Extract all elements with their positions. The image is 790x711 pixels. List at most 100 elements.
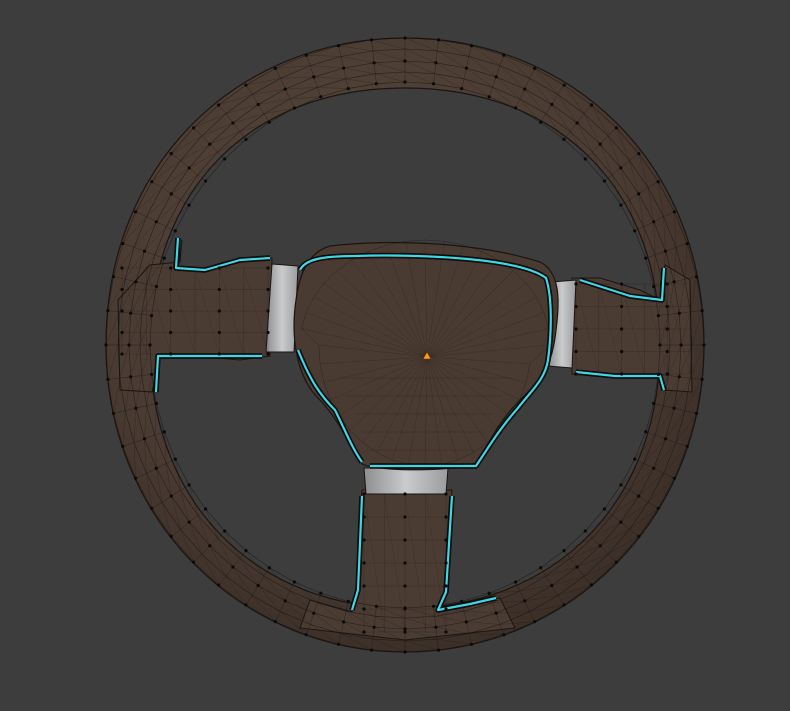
vertex[interactable]: [494, 611, 498, 615]
vertex[interactable]: [129, 311, 133, 315]
vertex[interactable]: [620, 304, 624, 309]
vertex[interactable]: [702, 343, 706, 347]
vertex[interactable]: [134, 476, 138, 480]
vertex[interactable]: [685, 242, 689, 246]
vertex[interactable]: [637, 494, 641, 498]
vertex[interactable]: [150, 314, 154, 318]
vertex[interactable]: [562, 83, 566, 87]
vertex[interactable]: [436, 38, 441, 42]
vertex[interactable]: [129, 375, 133, 379]
vertex[interactable]: [637, 534, 641, 539]
vertex[interactable]: [120, 309, 124, 313]
vertex[interactable]: [444, 561, 448, 565]
vertex[interactable]: [362, 607, 366, 611]
vertex[interactable]: [372, 61, 376, 65]
vertex[interactable]: [244, 137, 248, 141]
vertex[interactable]: [589, 103, 594, 107]
vertex[interactable]: [614, 560, 619, 564]
vertex[interactable]: [665, 349, 669, 354]
vertex[interactable]: [487, 591, 491, 595]
vertex[interactable]: [127, 343, 131, 347]
vertex[interactable]: [658, 343, 662, 347]
vertex[interactable]: [266, 287, 270, 292]
vertex[interactable]: [346, 599, 350, 604]
vertex[interactable]: [514, 106, 518, 110]
vertex[interactable]: [111, 275, 116, 279]
vertex[interactable]: [283, 87, 287, 91]
vertex[interactable]: [187, 203, 191, 207]
vertex[interactable]: [204, 179, 208, 183]
vertex[interactable]: [266, 309, 270, 313]
vertex[interactable]: [523, 87, 527, 91]
vertex[interactable]: [283, 599, 287, 603]
vertex[interactable]: [374, 82, 378, 86]
vertex[interactable]: [598, 544, 602, 548]
vertex[interactable]: [266, 266, 270, 270]
vertex[interactable]: [256, 102, 260, 107]
vertex[interactable]: [187, 483, 191, 487]
seam-edge[interactable]: [154, 354, 262, 393]
vertex[interactable]: [217, 583, 221, 587]
vertex[interactable]: [187, 520, 191, 524]
vertex[interactable]: [672, 476, 677, 480]
vertex[interactable]: [460, 87, 464, 91]
vertex[interactable]: [700, 377, 704, 381]
bottom-spoke[interactable]: [299, 489, 516, 641]
vertex[interactable]: [679, 343, 683, 347]
vertex[interactable]: [369, 38, 374, 42]
vertex[interactable]: [208, 142, 212, 146]
vertex[interactable]: [619, 203, 623, 207]
vertex[interactable]: [150, 506, 154, 510]
vertex[interactable]: [656, 506, 660, 510]
vertex[interactable]: [432, 82, 436, 86]
steering-wheel-model[interactable]: [0, 0, 790, 711]
vertex[interactable]: [677, 375, 681, 379]
vertex[interactable]: [672, 406, 676, 410]
vertex[interactable]: [150, 180, 154, 184]
vertex[interactable]: [169, 192, 173, 196]
vertex[interactable]: [104, 343, 108, 347]
vertex[interactable]: [432, 604, 436, 608]
vertex[interactable]: [244, 83, 248, 87]
vertex[interactable]: [342, 66, 346, 70]
vertex[interactable]: [677, 311, 681, 315]
vertex[interactable]: [436, 648, 441, 652]
vertex[interactable]: [403, 80, 407, 84]
vertex[interactable]: [533, 66, 537, 70]
vertex[interactable]: [169, 266, 173, 270]
vertex[interactable]: [575, 565, 579, 569]
vertex[interactable]: [672, 280, 676, 284]
vertex[interactable]: [121, 242, 125, 246]
vertex[interactable]: [620, 349, 624, 354]
vertex[interactable]: [374, 604, 378, 608]
vertex[interactable]: [444, 607, 448, 611]
vertex[interactable]: [403, 607, 407, 611]
vertex[interactable]: [620, 372, 624, 376]
vertex[interactable]: [106, 309, 110, 313]
vertex[interactable]: [403, 515, 407, 519]
vertex[interactable]: [652, 284, 656, 289]
vertex[interactable]: [574, 282, 578, 286]
vertex[interactable]: [134, 210, 138, 214]
vertex[interactable]: [444, 515, 448, 519]
vertex[interactable]: [266, 330, 270, 335]
vertex[interactable]: [169, 494, 173, 498]
vertex[interactable]: [362, 630, 366, 634]
vertex[interactable]: [217, 352, 221, 356]
vertex[interactable]: [208, 544, 212, 548]
vertex[interactable]: [312, 75, 316, 79]
vertex[interactable]: [514, 580, 518, 584]
vertex[interactable]: [665, 372, 669, 376]
vertex[interactable]: [665, 304, 669, 309]
vertex[interactable]: [162, 430, 166, 434]
vertex[interactable]: [192, 560, 196, 564]
vertex[interactable]: [120, 266, 124, 270]
vertex[interactable]: [217, 287, 221, 292]
vertex[interactable]: [574, 372, 578, 376]
vertex[interactable]: [142, 437, 147, 441]
vertex[interactable]: [620, 282, 624, 286]
vertex[interactable]: [403, 538, 407, 542]
vertex[interactable]: [231, 121, 235, 125]
vertex[interactable]: [502, 53, 506, 57]
vertex[interactable]: [362, 584, 366, 588]
